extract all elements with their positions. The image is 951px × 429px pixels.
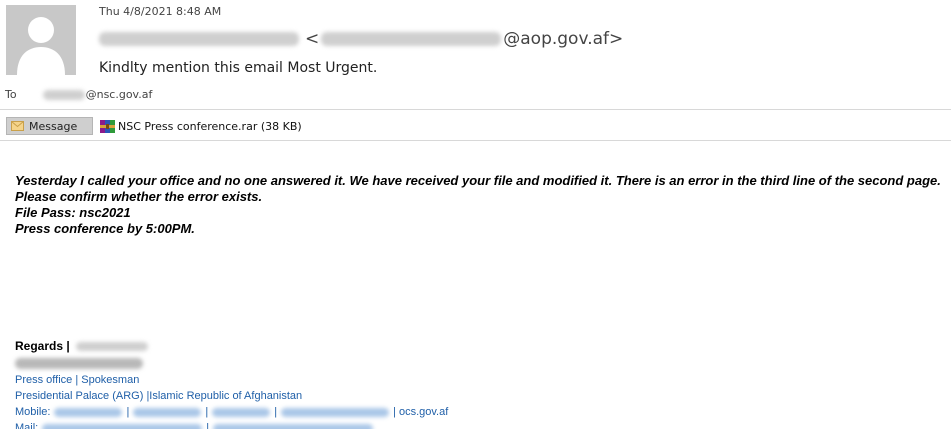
redacted-phone-3 bbox=[212, 407, 271, 417]
message-tab-label: Message bbox=[29, 119, 78, 133]
signature-mobile-row: Mobile: | | | | ocs.gov.af bbox=[15, 404, 449, 420]
header-divider bbox=[0, 109, 951, 110]
envelope-icon bbox=[11, 121, 24, 131]
body-line: File Pass: nsc2021 bbox=[15, 205, 131, 220]
redacted-phone-1 bbox=[54, 407, 123, 417]
redacted-email-2[interactable] bbox=[213, 423, 374, 429]
regards-text: Regards | bbox=[15, 339, 70, 353]
redacted-phone-2 bbox=[133, 407, 202, 417]
sender-domain: @aop.gov.af> bbox=[503, 29, 624, 49]
attachment-item[interactable]: NSC Press conference.rar (38 KB) bbox=[100, 117, 302, 135]
email-reading-pane: Thu 4/8/2021 8:48 AM < @aop.gov.af> Kind… bbox=[0, 0, 951, 429]
signature-regards-row: Regards | bbox=[15, 338, 448, 354]
signature-office: Press office | Spokesman bbox=[15, 374, 140, 386]
mobile-label: Mobile: bbox=[15, 406, 51, 418]
redacted-email-1[interactable] bbox=[42, 423, 203, 429]
body-line: Please confirm whether the error exists. bbox=[15, 189, 263, 204]
body-line: Yesterday I called your office and no on… bbox=[15, 173, 941, 188]
redacted-recipient-user bbox=[42, 89, 85, 100]
redacted-link[interactable] bbox=[281, 407, 390, 417]
rar-archive-icon bbox=[100, 119, 115, 133]
person-icon bbox=[6, 5, 76, 75]
sender-bracket: < bbox=[305, 29, 320, 49]
attachment-label: NSC Press conference.rar (38 KB) bbox=[118, 119, 302, 133]
redacted-name-local bbox=[75, 341, 148, 351]
sent-date: Thu 4/8/2021 8:48 AM bbox=[99, 5, 222, 18]
signature-mail-row: Mail: | bbox=[15, 420, 448, 429]
email-body: Yesterday I called your office and no on… bbox=[15, 173, 951, 237]
message-tab[interactable]: Message bbox=[6, 117, 93, 135]
email-subject: Kindlty mention this email Most Urgent. bbox=[99, 60, 378, 76]
site-link[interactable]: | ocs.gov.af bbox=[393, 404, 448, 420]
redacted-full-name bbox=[15, 357, 143, 369]
body-line: Press conference by 5:00PM. bbox=[15, 221, 195, 236]
recipient-domain[interactable]: @nsc.gov.af bbox=[86, 88, 153, 101]
to-label: To bbox=[5, 88, 17, 101]
signature-block: Regards | Press office | Spokesman Presi… bbox=[15, 338, 448, 429]
signature-palace: Presidential Palace (ARG) |Islamic Repub… bbox=[15, 390, 303, 402]
redacted-sender-user bbox=[321, 32, 502, 46]
mail-label: Mail: bbox=[15, 422, 39, 429]
sender-avatar[interactable] bbox=[6, 5, 76, 75]
signature-name-row bbox=[15, 354, 448, 372]
recipient-row: To @nsc.gov.af bbox=[5, 88, 152, 101]
redacted-sender-name bbox=[99, 32, 299, 46]
attachment-divider bbox=[0, 140, 951, 141]
sender-line[interactable]: < @aop.gov.af> bbox=[99, 29, 623, 49]
